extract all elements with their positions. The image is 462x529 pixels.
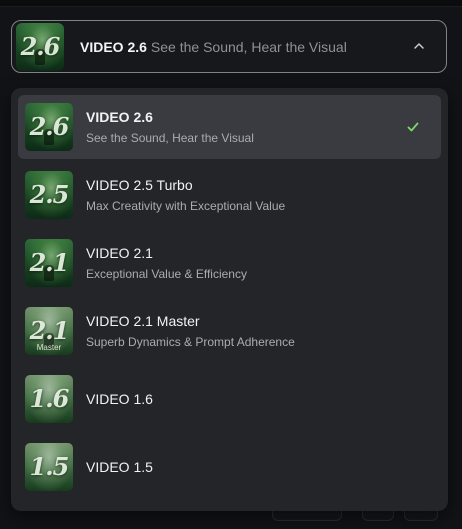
menu-item-desc: Exceptional Value & Efficiency (86, 267, 247, 281)
menu-item-name: VIDEO 2.1 (86, 245, 153, 261)
menu-item-video-1-5[interactable]: 1.5 VIDEO 1.5 (18, 435, 441, 499)
menu-item-video-1-6[interactable]: 1.6 VIDEO 1.6 (18, 367, 441, 431)
menu-item-video-2-5-turbo[interactable]: 2.5 VIDEO 2.5 Turbo Max Creativity with … (18, 163, 441, 227)
model-selector-screen: 2.6 VIDEO 2.6 See the Sound, Hear the Vi… (0, 0, 462, 529)
menu-item-name: VIDEO 1.6 (86, 391, 153, 407)
menu-item-video-2-1-master[interactable]: 2.1 Master VIDEO 2.1 Master Superb Dynam… (18, 299, 441, 363)
model-thumbnail: 1.5 (25, 443, 73, 491)
chevron-up-icon[interactable] (412, 39, 426, 53)
thumbnail-sub-text: Master (36, 343, 62, 352)
selected-model-title: VIDEO 2.6 (80, 38, 147, 55)
thumbnail-version-text: 2.1 (29, 315, 70, 345)
thumbnail-version-text: 2.1 (29, 247, 70, 277)
selected-model-tagline: See the Sound, Hear the Visual (150, 38, 347, 55)
thumbnail-version-text: 2.5 (29, 179, 70, 209)
menu-item-texts: VIDEO 2.6 See the Sound, Hear the Visual (86, 108, 254, 146)
menu-item-name: VIDEO 2.6 (86, 109, 153, 125)
thumbnail-version-text: 1.5 (29, 451, 70, 481)
menu-item-name: VIDEO 2.1 Master (86, 313, 200, 329)
menu-item-name: VIDEO 2.5 Turbo (86, 177, 193, 193)
model-thumbnail: 1.6 (25, 375, 73, 423)
model-thumbnail: 2.6 (16, 22, 64, 71)
thumbnail-version-text: 1.6 (29, 383, 70, 413)
menu-item-texts: VIDEO 2.1 Exceptional Value & Efficiency (86, 244, 247, 282)
menu-item-texts: VIDEO 1.5 (86, 458, 153, 476)
model-select-trigger[interactable]: 2.6 VIDEO 2.6 See the Sound, Hear the Vi… (11, 20, 447, 73)
menu-item-desc: Superb Dynamics & Prompt Adherence (86, 335, 295, 349)
menu-item-texts: VIDEO 2.1 Master Superb Dynamics & Promp… (86, 312, 295, 350)
model-thumbnail: 2.5 (25, 171, 73, 219)
menu-item-desc: Max Creativity with Exceptional Value (86, 199, 286, 213)
menu-item-texts: VIDEO 2.5 Turbo Max Creativity with Exce… (86, 176, 285, 214)
menu-item-name: VIDEO 1.5 (86, 459, 153, 475)
model-dropdown-menu: 2.6 VIDEO 2.6 See the Sound, Hear the Vi… (11, 88, 448, 511)
top-divider (0, 0, 462, 7)
thumbnail-version-text: 2.6 (29, 111, 70, 141)
model-thumbnail: 2.1 Master (25, 307, 73, 355)
model-thumbnail: 2.6 (25, 103, 73, 151)
thumbnail-version-text: 2.6 (20, 31, 61, 61)
check-icon (407, 122, 419, 132)
menu-item-desc: See the Sound, Hear the Visual (86, 131, 254, 145)
menu-item-texts: VIDEO 1.6 (86, 390, 153, 408)
menu-item-video-2-6[interactable]: 2.6 VIDEO 2.6 See the Sound, Hear the Vi… (18, 95, 441, 159)
model-thumbnail: 2.1 (25, 239, 73, 287)
menu-item-video-2-1[interactable]: 2.1 VIDEO 2.1 Exceptional Value & Effici… (18, 231, 441, 295)
